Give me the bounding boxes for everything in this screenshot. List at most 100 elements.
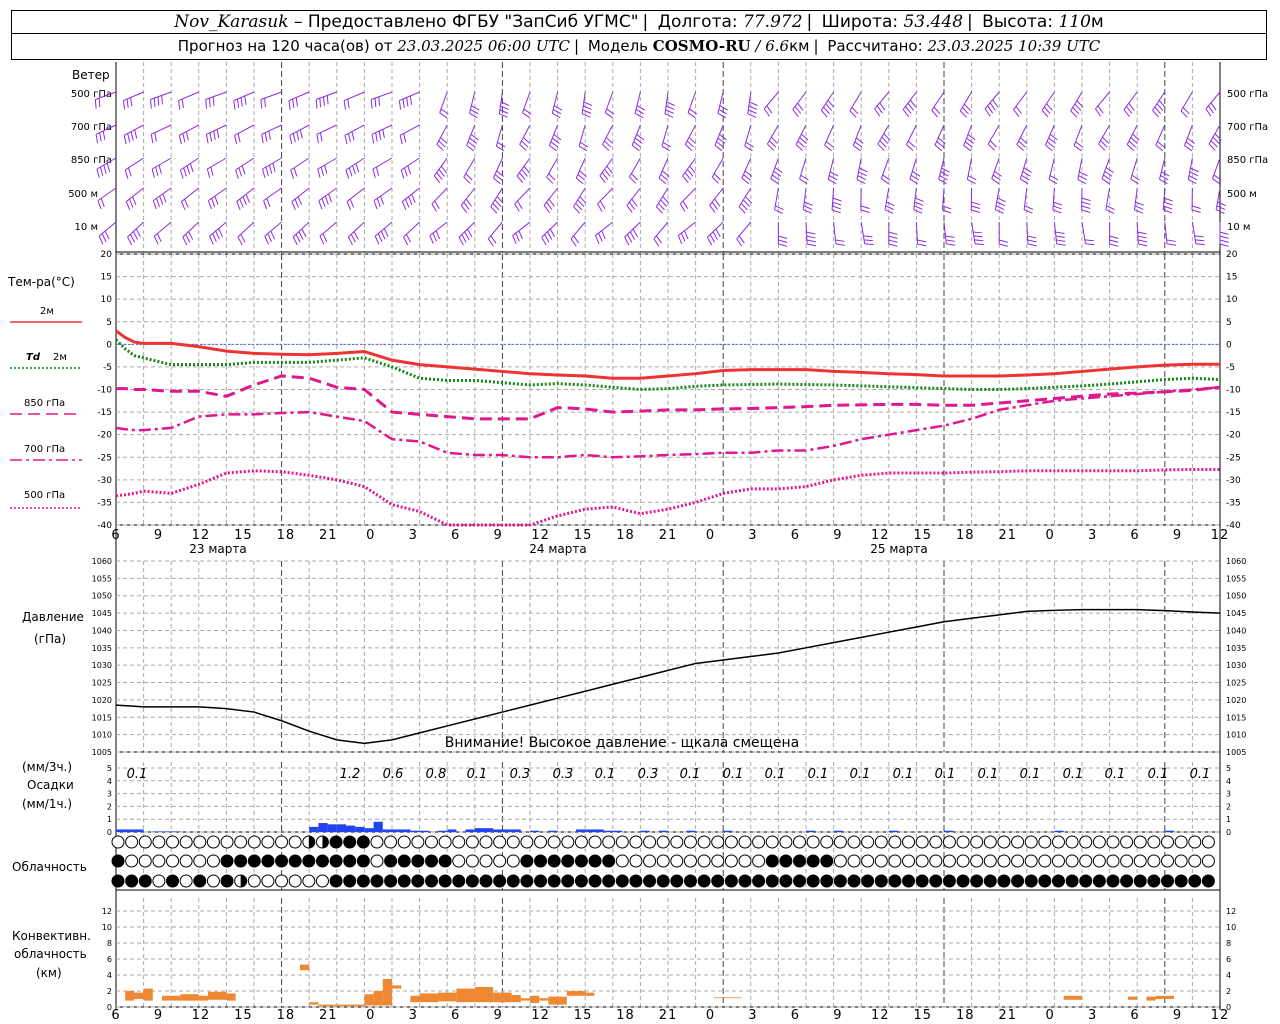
precip-ytick: 2 — [107, 802, 112, 811]
cloud-circle — [138, 854, 152, 868]
wind-barb-flag — [403, 167, 408, 177]
wind-barb-flag — [351, 131, 355, 141]
wind-barb-flag — [973, 231, 983, 234]
temp-ytick: -35 — [97, 498, 112, 508]
wind-barb-flag — [1079, 171, 1088, 177]
cloud-circle — [247, 854, 261, 868]
wind-barb — [570, 221, 586, 240]
cloud-symbol — [302, 835, 316, 849]
day-label: 23 марта — [189, 542, 246, 556]
wind-barb-flag — [829, 171, 839, 177]
cloud-symbol — [929, 874, 943, 888]
wind-barb-flag — [209, 132, 213, 142]
wind-barb — [343, 91, 365, 102]
cloud-circle — [820, 874, 834, 888]
wind-barb-flag — [95, 134, 99, 144]
wind-barbs — [94, 91, 1229, 247]
precip-total: 0.1 — [808, 767, 829, 782]
cloud-symbol — [697, 835, 711, 849]
conv-bar — [493, 992, 512, 1003]
wind-barb-flag — [104, 230, 110, 240]
wind-barb-flag — [162, 193, 167, 203]
cloud-circle — [752, 874, 766, 888]
conv-bar — [714, 997, 742, 999]
cloud-circle — [752, 854, 766, 868]
hour-tick-bottom: 21 — [319, 1008, 338, 1023]
wind-barb-flag — [347, 236, 353, 246]
wind-barb-flag — [881, 136, 889, 144]
wind-barb-flag — [1015, 106, 1022, 114]
wind-barb-flag — [945, 239, 955, 242]
cloud-circle — [1079, 874, 1093, 888]
wind-barb-flag — [500, 105, 509, 110]
cloud-circle — [206, 835, 220, 849]
wind-barb — [95, 124, 117, 135]
wind-barb-flag — [631, 173, 639, 181]
wind-barb-flag — [494, 174, 503, 181]
wind-barb-flag — [1021, 174, 1030, 181]
cloud-circle — [888, 854, 902, 868]
cloud-symbol — [166, 835, 180, 849]
cloud-circle — [1174, 854, 1188, 868]
wind-barb-flag — [123, 135, 127, 145]
conv-bar — [438, 992, 457, 1002]
wind-barb-flag — [1109, 243, 1119, 247]
wind-barb-flag — [1134, 209, 1144, 214]
cloud-circle — [1201, 854, 1215, 868]
temp-ytick: -10 — [97, 386, 112, 396]
day-label: 24 марта — [529, 542, 586, 556]
cloud-symbol — [438, 835, 452, 849]
wind-barb-flag — [579, 170, 587, 177]
conv-bar — [1128, 996, 1138, 1000]
cloud-symbol — [1011, 874, 1025, 888]
wind-barb-flag — [350, 234, 356, 243]
wind-barb-flag — [399, 135, 403, 145]
cloud-circle — [111, 835, 125, 849]
wind-barb-flag — [129, 234, 136, 243]
cloud-symbol — [234, 874, 248, 888]
press-ytick: 1015 — [92, 713, 112, 722]
wind-barb-flag — [902, 109, 910, 117]
conv-bar — [318, 1004, 365, 1007]
cloud-symbol — [547, 874, 561, 888]
hour-tick-bottom: 15 — [574, 1008, 593, 1023]
cloud-circle — [1024, 854, 1038, 868]
wind-barb — [512, 221, 531, 236]
wind-barb — [125, 187, 144, 202]
precip-bar — [392, 829, 402, 832]
cloud-symbol — [588, 854, 602, 868]
wind-barb-flag — [463, 176, 471, 184]
wind-barb — [98, 221, 117, 237]
wind-barb-flag — [349, 198, 355, 208]
cloud-circle — [329, 854, 343, 868]
precip-total: 0.1 — [1190, 767, 1211, 782]
cloud-symbol — [370, 835, 384, 849]
cloud-symbol — [370, 874, 384, 888]
cloud-symbol — [874, 874, 888, 888]
wind-barb-flag — [629, 231, 636, 240]
wind-barb-flag — [100, 198, 105, 207]
wind-barb-flag — [242, 196, 247, 206]
wind-barb-flag — [1161, 171, 1170, 177]
wind-barb — [466, 124, 476, 146]
wind-barb-flag — [497, 141, 506, 148]
cloud-circle — [670, 874, 684, 888]
temp-ytick-right: -5 — [1226, 363, 1235, 373]
cloud-circle — [356, 854, 370, 868]
cloud-symbol — [902, 854, 916, 868]
wind-barb-flag — [236, 201, 241, 211]
wind-barb-flag — [128, 198, 134, 208]
hour-tick: 9 — [833, 528, 842, 543]
wind-barb — [987, 124, 1000, 145]
wind-barb-flag — [989, 102, 996, 111]
cloud-symbol — [356, 874, 370, 888]
wind-barb-flag — [1049, 133, 1058, 141]
cloud-circle — [424, 854, 438, 868]
wind-barb-flag — [98, 235, 104, 245]
wind-barb-flag — [582, 109, 592, 114]
wind-barb-flag — [807, 243, 817, 247]
precip-total: 0.1 — [893, 767, 914, 782]
cloud-symbol — [261, 835, 275, 849]
cloud-symbol — [288, 854, 302, 868]
cloud-circle — [670, 835, 684, 849]
